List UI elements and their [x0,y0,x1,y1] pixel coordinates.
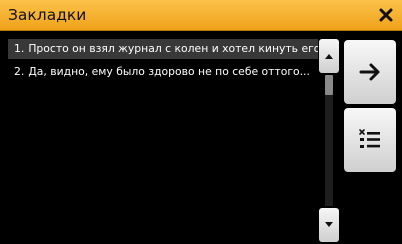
scroll-down-button[interactable] [319,208,339,242]
scroll-thumb[interactable] [325,75,333,95]
delete-bookmark-button[interactable] [344,108,396,172]
delete-list-icon [359,129,380,148]
window-title: Закладки [8,6,87,24]
list-item-number: 1. [14,42,25,55]
close-icon[interactable] [377,6,395,24]
arrow-right-icon [359,63,380,81]
list-item-text: Да, видно, ему было здорово не по себе о… [28,65,310,78]
triangle-up-icon [325,54,333,59]
go-to-bookmark-button[interactable] [344,40,396,104]
title-bar: Закладки [0,0,402,31]
triangle-down-icon [325,222,333,227]
scroll-up-button[interactable] [319,39,339,73]
scroll-track[interactable] [325,75,333,206]
list-item[interactable]: 2. Да, видно, ему было здорово не по себе… [8,62,318,82]
list-item-text: Просто он взял журнал с колен и хотел ки… [28,42,318,55]
bookmark-list: 1. Просто он взял журнал с колен и хотел … [8,37,318,242]
scrollbar[interactable] [319,39,339,242]
list-item[interactable]: 1. Просто он взял журнал с колен и хотел … [8,39,318,59]
list-item-number: 2. [14,65,25,78]
